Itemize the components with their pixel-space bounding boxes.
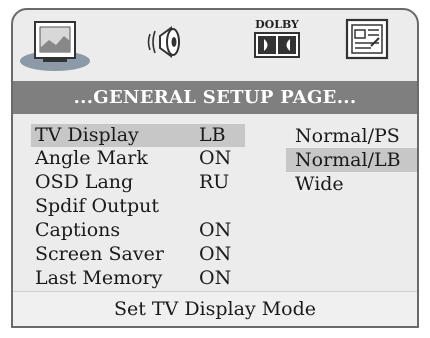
menu-item-value: ON <box>199 147 232 169</box>
menu-item-value: RU <box>199 171 230 193</box>
menu-content: TV Display LB Angle Mark ON OSD Lang RU … <box>13 114 417 292</box>
menu-item-label: Captions <box>35 219 121 241</box>
tab-preference-setup[interactable] <box>341 16 393 66</box>
menu-item-screen-saver[interactable]: Screen Saver ON <box>31 243 245 266</box>
menu-item-value: ON <box>199 219 232 241</box>
category-icon-bar: DOLBY <box>13 10 417 80</box>
menu-item-spdif-output[interactable]: Spdif Output <box>31 195 245 218</box>
status-hint: Set TV Display Mode <box>13 291 417 326</box>
setup-menu-panel: DOLBY ...GENERAL SETUP PAGE... TV Displa… <box>11 8 419 328</box>
menu-item-label: Screen Saver <box>35 243 164 265</box>
dolby-digital-icon: DOLBY <box>249 18 305 64</box>
option-wide[interactable]: Wide <box>286 172 417 196</box>
option-normal-ps[interactable]: Normal/PS <box>286 124 417 148</box>
menu-item-captions[interactable]: Captions ON <box>31 219 245 242</box>
menu-item-tv-display[interactable]: TV Display LB <box>31 124 245 147</box>
tab-dolby-setup[interactable]: DOLBY <box>249 18 305 64</box>
menu-item-osd-lang[interactable]: OSD Lang RU <box>31 171 245 194</box>
menu-item-value: ON <box>199 267 232 289</box>
menu-item-angle-mark[interactable]: Angle Mark ON <box>31 147 245 170</box>
menu-item-label: Angle Mark <box>35 147 148 169</box>
dolby-label: DOLBY <box>255 18 299 31</box>
menu-item-label: Spdif Output <box>35 195 159 217</box>
tab-general-setup[interactable] <box>19 14 91 78</box>
menu-item-value: LB <box>199 124 226 146</box>
menu-item-value: ON <box>199 243 232 265</box>
menu-item-label: OSD Lang <box>35 171 134 193</box>
page-title: ...GENERAL SETUP PAGE... <box>13 81 417 114</box>
speaker-audio-icon <box>145 26 189 66</box>
menu-item-label: TV Display <box>35 124 139 146</box>
general-setup-icon <box>19 21 91 78</box>
menu-item-label: Last Memory <box>35 267 163 289</box>
tab-audio-setup[interactable] <box>145 22 189 66</box>
preference-icon <box>341 18 393 66</box>
menu-item-last-memory[interactable]: Last Memory ON <box>31 267 245 290</box>
option-normal-lb[interactable]: Normal/LB <box>286 148 417 172</box>
